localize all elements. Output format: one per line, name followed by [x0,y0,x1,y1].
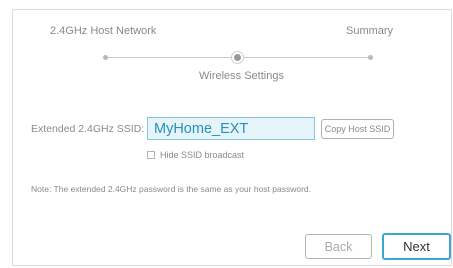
step-dot-wireless-settings [234,54,241,61]
wizard-progress: 2.4GHz Host Network Summary Wireless Set… [0,0,453,100]
progress-line-right [237,57,370,58]
copy-host-ssid-button[interactable]: Copy Host SSID [321,119,394,139]
step-label-wireless-settings: Wireless Settings [199,70,284,82]
password-note: Note: The extended 2.4GHz password is th… [31,184,312,194]
hide-ssid-checkbox[interactable] [147,151,155,159]
step-dot-summary [368,55,373,60]
next-button[interactable]: Next [382,233,451,260]
step-label-host-network: 2.4GHz Host Network [50,25,157,37]
step-label-summary: Summary [346,25,394,37]
progress-line-left [105,57,237,58]
hide-ssid-label: Hide SSID broadcast [160,150,245,160]
back-button[interactable]: Back [305,234,372,259]
ssid-input[interactable] [147,117,315,140]
step-dot-host-network [103,55,108,60]
ssid-label: Extended 2.4GHz SSID: [31,123,145,135]
